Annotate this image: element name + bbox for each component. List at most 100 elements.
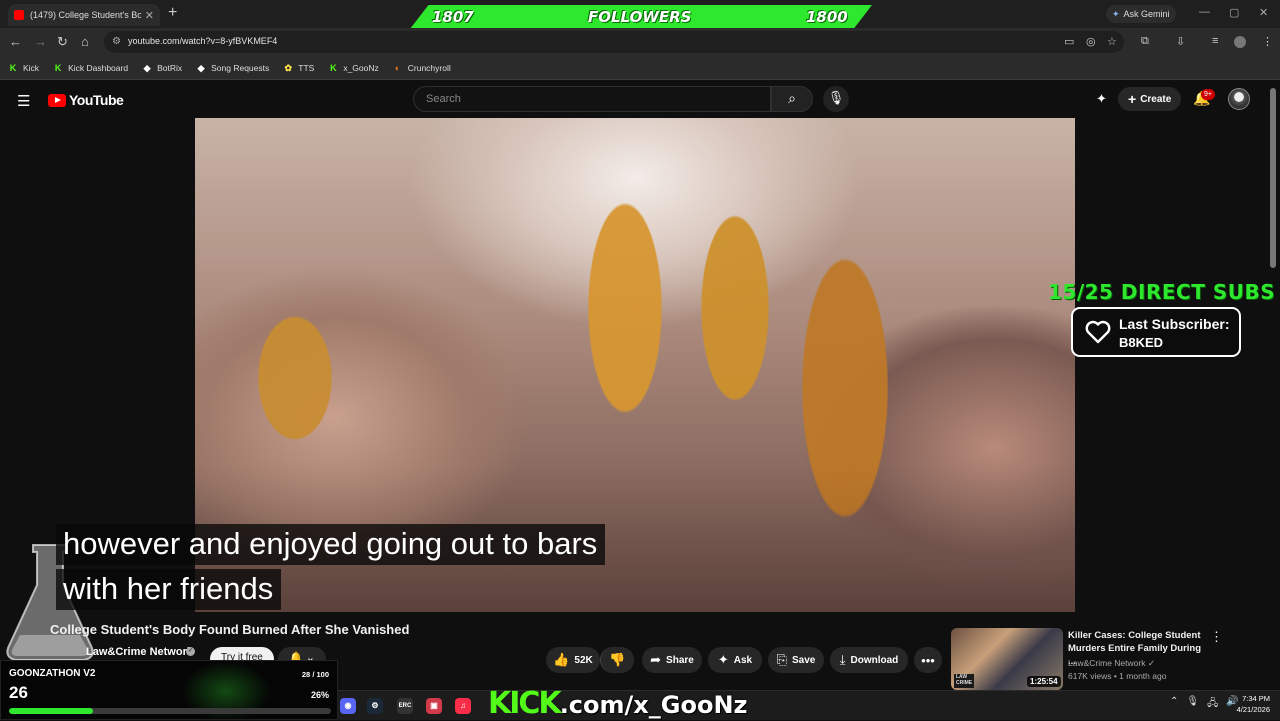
downloads-icon[interactable]: ⇩	[1176, 35, 1185, 48]
back-icon[interactable]: ←	[9, 34, 22, 49]
browser-tab[interactable]: (1479) College Student's Bo ✕	[8, 4, 160, 26]
law-crime-logo: LAW CRIME	[954, 674, 974, 688]
recommended-meta: 617K views • 1 month ago	[1068, 671, 1167, 681]
kick-icon: K	[54, 62, 62, 73]
youtube-play-icon	[48, 93, 66, 107]
more-vertical-icon[interactable]: ⋮	[1210, 629, 1223, 645]
video-title: College Student's Body Found Burned Afte…	[50, 622, 410, 637]
like-button[interactable]: 👍 52K	[546, 647, 600, 673]
app-icon[interactable]: ▣	[426, 698, 442, 714]
like-count: 52K	[574, 654, 593, 666]
ask-button[interactable]: ✦ Ask	[708, 647, 762, 673]
goal-count: 26	[9, 683, 28, 702]
ask-gemini-label: Ask Gemini	[1123, 9, 1170, 19]
youtube-logo[interactable]: YouTube	[48, 92, 124, 108]
share-button[interactable]: ➦ Share	[642, 647, 702, 673]
save-label: Save	[792, 654, 816, 666]
account-avatar[interactable]	[1228, 88, 1250, 110]
extensions-icon[interactable]: ⧉	[1141, 35, 1149, 48]
verified-check-icon: ✓	[186, 647, 195, 656]
bookmark-item[interactable]: ◆ BotRix	[142, 62, 183, 73]
browser-menu-icon[interactable]: ⋮	[1262, 35, 1273, 48]
cast-icon[interactable]: ▭	[1064, 35, 1074, 48]
ask-gemini-button[interactable]: ✦ Ask Gemini	[1106, 5, 1176, 23]
caption-line: however and enjoyed going out to bars	[56, 524, 606, 565]
verified-check-icon: ✓	[1147, 658, 1155, 668]
bookmark-star-icon[interactable]: ☆	[1107, 35, 1117, 48]
bookmark-item[interactable]: ◆ Song Requests	[196, 63, 270, 73]
new-tab-button[interactable]: +	[168, 4, 177, 22]
kick-url: .com/x_GooNz	[559, 691, 748, 719]
music-icon[interactable]: ♫	[455, 698, 471, 714]
bookmarks-bar: K Kick K Kick Dashboard ◆ BotRix ◆ Song Requ…	[0, 56, 1280, 80]
youtube-favicon-icon	[14, 10, 24, 20]
ask-label: Ask	[733, 654, 753, 666]
crunchyroll-icon: ◐	[395, 62, 401, 73]
reading-list-icon[interactable]: ≡	[1212, 35, 1218, 47]
chevron-up-icon[interactable]: ⌃	[1170, 696, 1178, 713]
heart-icon	[1085, 320, 1111, 344]
followers-label: FOLLOWERS	[588, 8, 692, 26]
dislike-button[interactable]: 👎	[600, 647, 634, 673]
browser-toolbar: ← → ↻ ⌂ ⚙ youtube.com/watch?v=8-yfBVKMEF…	[0, 28, 1280, 56]
network-icon[interactable]: 🖧	[1207, 696, 1218, 713]
clock-date: 4/21/2026	[1236, 705, 1270, 714]
bookmark-icon: ⎘	[776, 652, 788, 667]
bookmark-item[interactable]: K Kick	[8, 63, 39, 73]
goonzathon-goal-panel: GOONZATHON V2 28 / 100 26 26%	[0, 660, 338, 721]
search-button[interactable]: ⌕	[771, 86, 813, 112]
bookmark-item[interactable]: ◐ Crunchyroll	[393, 63, 451, 73]
last-subscriber-label: Last Subscriber:	[1119, 316, 1230, 332]
search-icon: ⌕	[788, 90, 796, 106]
bookmark-item[interactable]: Kx_GooNz	[328, 63, 379, 73]
search-input[interactable]: Search	[413, 86, 771, 112]
goal-name: GOONZATHON V2	[9, 668, 96, 679]
youtube-logo-text: YouTube	[69, 92, 124, 108]
video-duration: 1:25:54	[1027, 676, 1061, 687]
taskbar-clock[interactable]: 7:34 PM 4/21/2026	[1226, 693, 1270, 715]
channel-name[interactable]: Law&Crime Network	[86, 646, 193, 658]
kick-url-overlay: KICK.com/x_GooNz	[488, 688, 748, 720]
recommended-video[interactable]: LAW CRIME 1:25:54 Killer Cases: College …	[951, 628, 1271, 690]
more-horizontal-icon: •••	[921, 652, 935, 668]
more-actions-button[interactable]: •••	[914, 647, 942, 673]
followers-target: 1800	[806, 8, 848, 26]
goal-percent: 26%	[310, 690, 329, 700]
close-window-icon[interactable]: ✕	[1259, 6, 1268, 19]
close-tab-icon[interactable]: ✕	[145, 9, 154, 22]
thumbs-down-icon: 👎	[609, 652, 626, 667]
download-button[interactable]: ⤓ Download	[830, 647, 908, 673]
app-icon[interactable]: ERC	[397, 698, 413, 714]
thumbs-up-icon: 👍	[553, 652, 570, 667]
page-scrollbar[interactable]	[1270, 88, 1276, 268]
sparkle-icon: ✦	[1112, 8, 1120, 19]
voice-search-button[interactable]: 🎙	[823, 86, 849, 112]
tts-icon: ✿	[284, 62, 293, 73]
save-button[interactable]: ⎘ Save	[768, 647, 824, 673]
site-info-icon[interactable]: ⚙	[112, 36, 121, 47]
bookmark-item[interactable]: ✿ TTS	[283, 63, 314, 73]
download-label: Download	[850, 654, 899, 666]
maximize-icon[interactable]: ▢	[1229, 6, 1239, 19]
studio-icon[interactable]: ✦	[1096, 91, 1107, 107]
discord-icon[interactable]: ◉	[340, 698, 356, 714]
create-button[interactable]: + Create	[1118, 87, 1182, 111]
minimize-icon[interactable]: —	[1199, 6, 1210, 18]
bookmark-item[interactable]: K Kick Dashboard	[53, 63, 128, 73]
eye-off-icon[interactable]: ◎	[1086, 35, 1096, 48]
windows-taskbar: ◉ ⚙ ERC ▣ ♫	[338, 690, 1280, 720]
profile-icon[interactable]	[1234, 36, 1246, 48]
steam-icon[interactable]: ⚙	[367, 698, 383, 714]
reload-icon[interactable]: ↻	[57, 34, 68, 50]
recommended-channel[interactable]: Law&Crime Network ✓	[1068, 658, 1155, 669]
share-label: Share	[666, 654, 694, 666]
forward-icon[interactable]: →	[34, 34, 47, 49]
kick-brand: KICK	[488, 686, 562, 721]
botrix-icon: ◆	[143, 62, 151, 73]
home-icon[interactable]: ⌂	[81, 34, 89, 49]
address-bar[interactable]: ⚙ youtube.com/watch?v=8-yfBVKMEF4	[104, 31, 1124, 53]
mic-icon[interactable]: 🎙	[1186, 696, 1199, 713]
hamburger-menu-icon[interactable]: ☰	[17, 92, 30, 110]
goal-progress-bar	[9, 708, 331, 714]
recommended-thumbnail[interactable]: LAW CRIME 1:25:54	[951, 628, 1063, 690]
